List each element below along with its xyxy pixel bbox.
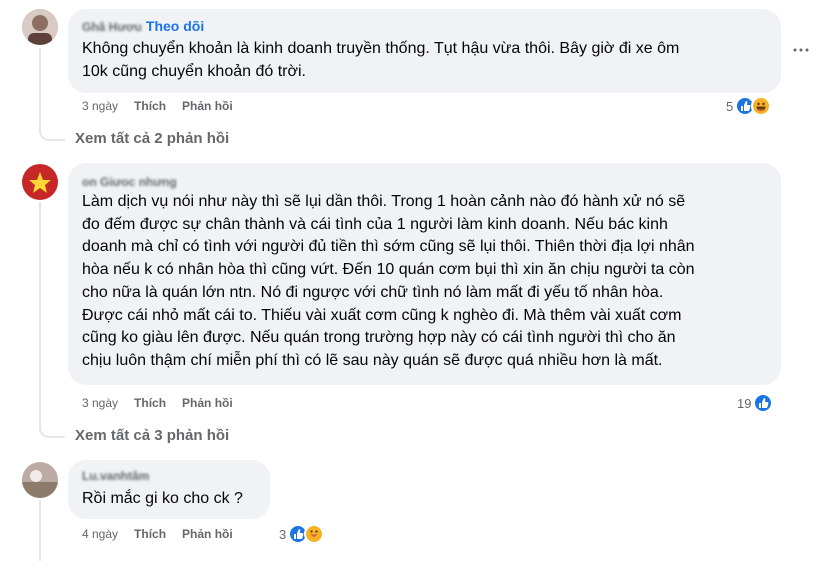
avatar[interactable] bbox=[22, 164, 58, 200]
reaction-summary[interactable]: 3 bbox=[279, 524, 325, 544]
like-button[interactable]: Thích bbox=[134, 527, 166, 541]
reaction-summary[interactable]: 5 bbox=[726, 96, 772, 116]
reply-button[interactable]: Phản hồi bbox=[182, 396, 233, 410]
comment-bubble: Lu.vanhtâm Rồi mắc gi ko cho ck ? bbox=[68, 460, 270, 519]
avatar[interactable] bbox=[22, 462, 58, 498]
comment-author[interactable]: Lu.vanhtâm bbox=[82, 469, 149, 483]
comment-bubble: on Giưoc nhưng Làm dịch vụ nói như này t… bbox=[68, 163, 781, 385]
more-options-icon[interactable] bbox=[792, 42, 810, 52]
reply-button[interactable]: Phản hồi bbox=[182, 527, 233, 541]
reply-button[interactable]: Phản hồi bbox=[182, 99, 233, 113]
avatar[interactable] bbox=[22, 9, 58, 45]
reply-thread-line bbox=[39, 500, 41, 561]
comment-bubble: Ghâ Hươu Theo dõi Không chuyển khoản là … bbox=[68, 9, 781, 93]
reaction-count: 3 bbox=[279, 526, 287, 542]
avatar-photo bbox=[22, 462, 58, 498]
comment-time[interactable]: 3 ngày bbox=[82, 99, 118, 113]
haha-icon bbox=[751, 96, 772, 116]
care-icon bbox=[304, 524, 325, 544]
reaction-summary[interactable]: 19 bbox=[737, 393, 774, 413]
avatar-photo bbox=[22, 164, 58, 200]
like-icon bbox=[753, 393, 774, 413]
reply-thread-line bbox=[39, 48, 65, 141]
reaction-count: 19 bbox=[737, 395, 752, 411]
comment-text: Làm dịch vụ nói như này thì sẽ lụi dần t… bbox=[82, 193, 695, 369]
reaction-count: 5 bbox=[726, 98, 734, 114]
view-replies-link[interactable]: Xem tất cả 3 phản hồi bbox=[75, 427, 229, 444]
like-button[interactable]: Thích bbox=[134, 396, 166, 410]
comment-time[interactable]: 4 ngày bbox=[82, 527, 118, 541]
like-button[interactable]: Thích bbox=[134, 99, 166, 113]
avatar-photo bbox=[22, 9, 58, 45]
comment-text: Không chuyển khoản là kinh doanh truyền … bbox=[82, 40, 680, 80]
comment-author[interactable]: on Giưoc nhưng bbox=[82, 175, 177, 189]
comment-time[interactable]: 3 ngày bbox=[82, 396, 118, 410]
view-replies-link[interactable]: Xem tất cả 2 phản hồi bbox=[75, 130, 229, 147]
reply-thread-line bbox=[39, 202, 65, 438]
comment-text: Rồi mắc gi ko cho ck ? bbox=[82, 490, 243, 507]
follow-button[interactable]: Theo dõi bbox=[146, 18, 204, 34]
comment-author[interactable]: Ghâ Hươu bbox=[82, 20, 142, 34]
